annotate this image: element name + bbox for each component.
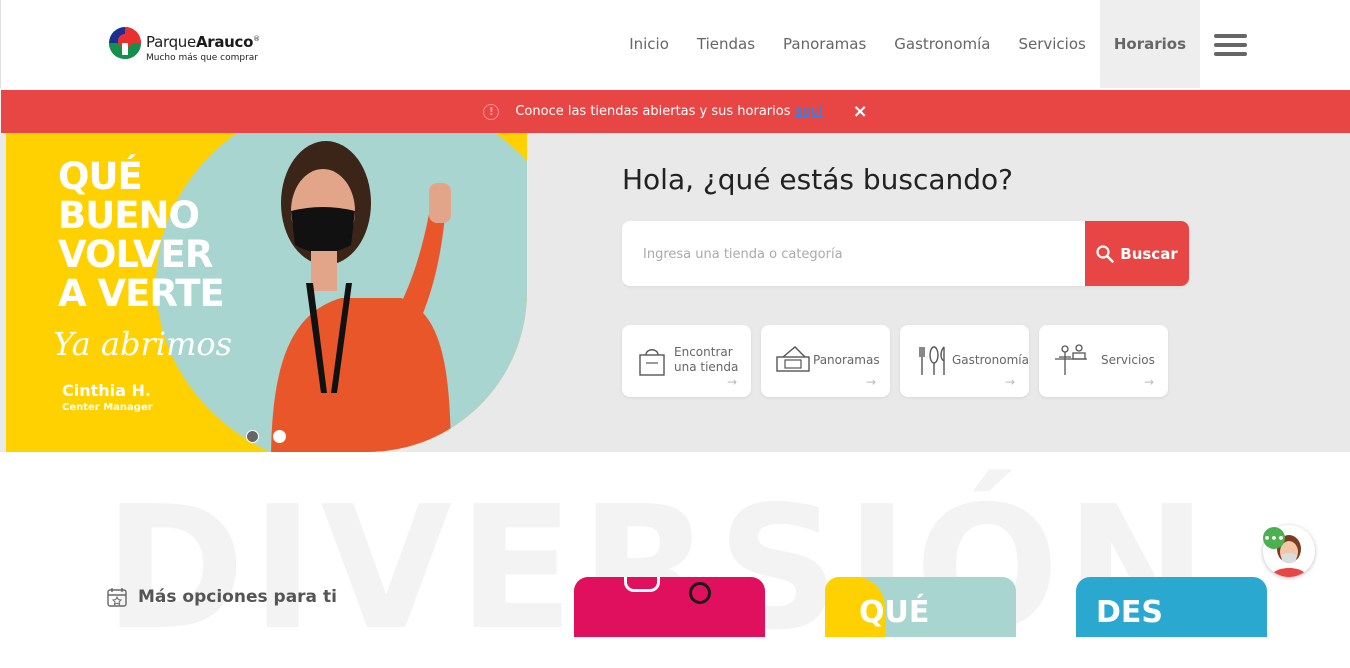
search-input[interactable] — [641, 221, 1085, 288]
calendar-star-icon — [107, 588, 127, 607]
search-icon — [1096, 244, 1115, 263]
main-nav: Inicio Tiendas Panoramas Gastronomía Ser… — [615, 0, 1200, 88]
search-heading: Hola, ¿qué estás buscando? — [622, 163, 1014, 196]
hamburger-menu-icon[interactable] — [1214, 34, 1247, 56]
cutlery-icon — [919, 346, 945, 375]
carousel-dot-1[interactable] — [246, 430, 259, 443]
nav-item-panoramas[interactable]: Panoramas — [769, 0, 880, 88]
hero-section: QUÉ BUENO VOLVER A VERTE Ya abrimos Cint… — [0, 133, 1350, 452]
tile-decoration — [689, 582, 711, 604]
parque-arauco-logo[interactable]: ParqueArauco® Mucho más que comprar — [108, 24, 268, 64]
hero-banner-carousel[interactable]: QUÉ BUENO VOLVER A VERTE Ya abrimos Cint… — [6, 133, 527, 452]
arrow-right-icon: → — [865, 375, 876, 389]
promo-tile-text: QUÉ — [859, 595, 930, 630]
shopping-bag-icon — [639, 349, 665, 376]
category-label: Encontrar una tienda — [674, 345, 739, 374]
search-box: Buscar — [622, 221, 1189, 288]
banner-script-text: Ya abrimos — [53, 325, 233, 363]
logo-text: ParqueArauco® — [146, 33, 260, 51]
close-icon[interactable]: × — [853, 101, 868, 122]
category-label: Servicios — [1101, 353, 1155, 367]
nav-item-tiendas[interactable]: Tiendas — [683, 0, 769, 88]
tile-decoration — [624, 577, 660, 592]
category-label: Panoramas — [813, 353, 880, 367]
promo-tile-1[interactable] — [574, 577, 765, 637]
chat-bubble-icon[interactable]: ••• — [1263, 527, 1285, 549]
background-watermark-word: DIVERSIÓN — [104, 470, 1214, 668]
top-header: ParqueArauco® Mucho más que comprar Inic… — [0, 0, 1350, 88]
service-desk-icon — [1055, 344, 1087, 375]
nav-item-horarios[interactable]: Horarios — [1099, 0, 1200, 88]
info-icon: ! — [483, 103, 500, 120]
promo-tile-text: DES — [1096, 595, 1164, 630]
store-hours-alert: ! Conoce las tiendas abiertas y sus hora… — [1, 90, 1350, 133]
category-card-tiendas[interactable]: Encontrar una tienda → — [622, 325, 751, 397]
logo-tagline: Mucho más que comprar — [146, 53, 258, 63]
category-card-gastronomia[interactable]: Gastronomía → — [900, 325, 1029, 397]
alert-link[interactable]: aquí — [794, 104, 822, 119]
nav-item-gastronomia[interactable]: Gastronomía — [880, 0, 1004, 88]
nav-item-servicios[interactable]: Servicios — [1004, 0, 1099, 88]
logo-mark-icon — [109, 27, 141, 59]
arrow-right-icon: → — [1004, 375, 1015, 389]
category-label: Gastronomía — [952, 353, 1029, 367]
search-button[interactable]: Buscar — [1085, 221, 1189, 286]
ticket-icon — [776, 346, 810, 372]
banner-headline: QUÉ BUENO VOLVER A VERTE — [58, 155, 225, 315]
banner-person-image — [271, 141, 451, 452]
more-options-title: Más opciones para ti — [138, 587, 337, 607]
carousel-dot-2[interactable] — [273, 430, 286, 443]
arrow-right-icon: → — [726, 375, 737, 389]
category-card-panoramas[interactable]: Panoramas → — [761, 325, 890, 397]
category-cards: Encontrar una tienda → Panoramas → Gastro… — [622, 325, 1168, 397]
promo-tile-3[interactable]: DES — [1076, 577, 1267, 637]
nav-item-inicio[interactable]: Inicio — [615, 0, 683, 88]
alert-message: Conoce las tiendas abiertas y sus horari… — [515, 104, 791, 119]
more-options-heading: Más opciones para ti — [106, 586, 337, 608]
search-button-label: Buscar — [1120, 244, 1178, 263]
carousel-dots — [246, 430, 286, 443]
promo-tile-2[interactable]: QUÉ — [825, 577, 1016, 637]
banner-person-name: Cinthia H. — [62, 381, 151, 400]
arrow-right-icon: → — [1143, 375, 1154, 389]
banner-person-role: Center Manager — [62, 402, 153, 413]
category-card-servicios[interactable]: Servicios → — [1039, 325, 1168, 397]
